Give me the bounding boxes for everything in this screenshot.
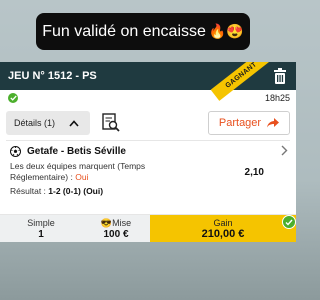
bet-header: JEU N° 1512 - PS GAGNANT xyxy=(0,62,296,101)
chevron-up-icon xyxy=(69,119,79,127)
result-label: Résultat : xyxy=(10,186,46,196)
result-value: 1-2 (0-1) (Oui) xyxy=(48,186,104,196)
totals-bar: Simple 1 😎Mise 100 € Gain 210,00 € xyxy=(0,214,296,242)
chevron-right-icon xyxy=(281,145,288,159)
stake-label: Mise xyxy=(112,217,132,228)
market-choice: Oui xyxy=(75,172,89,182)
share-button[interactable]: Partager xyxy=(208,111,290,135)
details-button[interactable]: Détails (1) xyxy=(6,111,90,135)
stake-value: 100 € xyxy=(103,228,129,240)
caption-banner: Fun validé on encaisse 🔥😍 xyxy=(36,13,250,50)
market-row: Les deux équipes marquent (Temps Régleme… xyxy=(0,161,296,183)
bet-card: JEU N° 1512 - PS GAGNANT 18h25 Détails (… xyxy=(0,62,296,242)
document-search-icon[interactable] xyxy=(100,112,122,134)
status-row: 18h25 xyxy=(0,90,296,106)
stake-cell: 😎Mise 100 € xyxy=(82,215,150,242)
bet-type-count: 1 xyxy=(38,228,44,240)
bet-type-cell: Simple 1 xyxy=(0,215,82,242)
gain-label: Gain xyxy=(213,217,233,228)
check-icon xyxy=(8,93,18,103)
check-icon xyxy=(282,215,296,229)
result-row: Résultat : 1-2 (0-1) (Oui) xyxy=(0,183,296,196)
caption-text: Fun validé on encaisse xyxy=(42,22,206,40)
controls-row: Détails (1) Partager xyxy=(0,106,296,140)
match-row[interactable]: Getafe - Betis Séville xyxy=(0,141,296,161)
share-label: Partager xyxy=(218,117,262,129)
share-arrow-icon xyxy=(267,118,280,128)
market-line-1: Les deux équipes marquent (Temps xyxy=(10,161,146,171)
details-label: Détails (1) xyxy=(14,118,56,128)
odds-value: 2,10 xyxy=(244,166,264,178)
trash-icon[interactable] xyxy=(270,66,290,86)
gain-cell: Gain 210,00 € xyxy=(150,215,296,242)
match-name: Getafe - Betis Séville xyxy=(27,145,126,157)
market-line-2: Réglementaire) : xyxy=(10,172,73,182)
market-text: Les deux équipes marquent (Temps Régleme… xyxy=(10,161,145,183)
caption-emojis: 🔥😍 xyxy=(208,23,244,39)
soccer-ball-icon xyxy=(10,145,21,157)
sunglasses-emoji: 😎 xyxy=(100,217,113,228)
bet-type-label: Simple xyxy=(27,217,55,228)
bet-time: 18h25 xyxy=(264,93,290,103)
bet-title: JEU N° 1512 - PS xyxy=(8,70,97,82)
gain-value: 210,00 € xyxy=(201,227,245,240)
